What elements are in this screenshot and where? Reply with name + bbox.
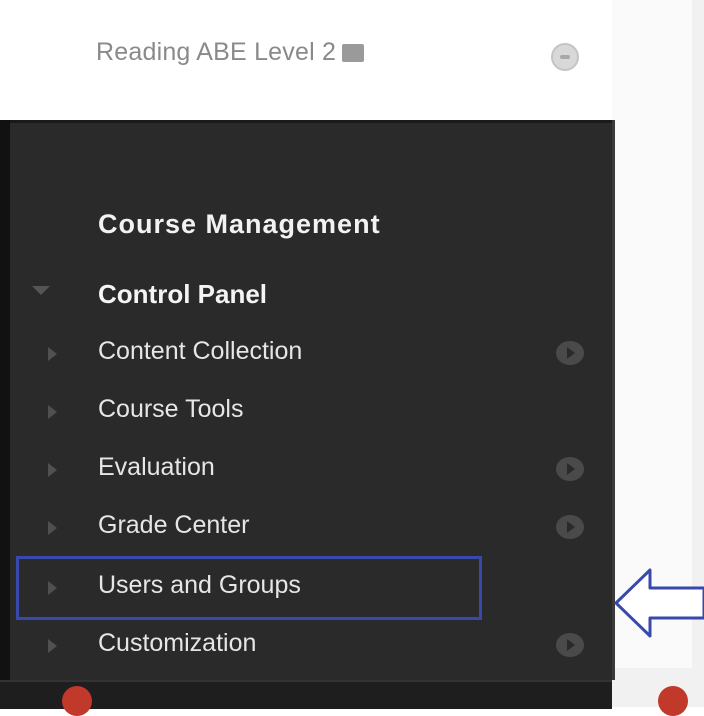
menu-item-customization[interactable]: Customization	[0, 625, 612, 675]
control-panel-label[interactable]: Control Panel	[98, 279, 267, 310]
caret-right-icon	[48, 463, 57, 477]
arrow-right-icon[interactable]	[556, 633, 584, 657]
menu-item-label[interactable]: Grade Center	[98, 511, 249, 540]
caret-right-icon	[48, 405, 57, 419]
control-panel-header[interactable]: Control Panel	[0, 273, 612, 317]
pointer-arrow-icon	[614, 568, 704, 638]
caret-right-icon	[48, 521, 57, 535]
menu-item-course-tools[interactable]: Course Tools	[0, 391, 612, 441]
course-header: Reading ABE Level 2	[0, 0, 612, 120]
notification-icon[interactable]	[62, 686, 92, 716]
arrow-right-icon[interactable]	[556, 457, 584, 481]
menu-item-label[interactable]: Course Tools	[98, 395, 243, 424]
arrow-right-icon[interactable]	[556, 341, 584, 365]
menu-item-evaluation[interactable]: Evaluation	[0, 449, 612, 499]
caret-right-icon	[48, 347, 57, 361]
menu-item-grade-center[interactable]: Grade Center	[0, 507, 612, 557]
course-menu-toggle-icon[interactable]	[551, 43, 579, 71]
course-title-text[interactable]: Reading ABE Level 2	[96, 38, 336, 66]
menu-item-label[interactable]: Evaluation	[98, 453, 215, 482]
course-view-icon	[342, 44, 365, 62]
caret-right-icon	[48, 639, 57, 653]
menu-item-label[interactable]: Customization	[98, 629, 256, 658]
panel-left-edge	[0, 120, 10, 707]
bottom-bar	[0, 680, 612, 716]
course-management-heading: Course Management	[98, 209, 381, 239]
highlight-box	[16, 556, 482, 620]
caret-down-icon	[32, 286, 50, 295]
course-title[interactable]: Reading ABE Level 2	[96, 38, 365, 67]
menu-item-content-collection[interactable]: Content Collection	[0, 333, 612, 383]
menu-item-label[interactable]: Content Collection	[98, 337, 302, 366]
arrow-right-icon[interactable]	[556, 515, 584, 539]
notification-icon[interactable]	[658, 686, 688, 716]
